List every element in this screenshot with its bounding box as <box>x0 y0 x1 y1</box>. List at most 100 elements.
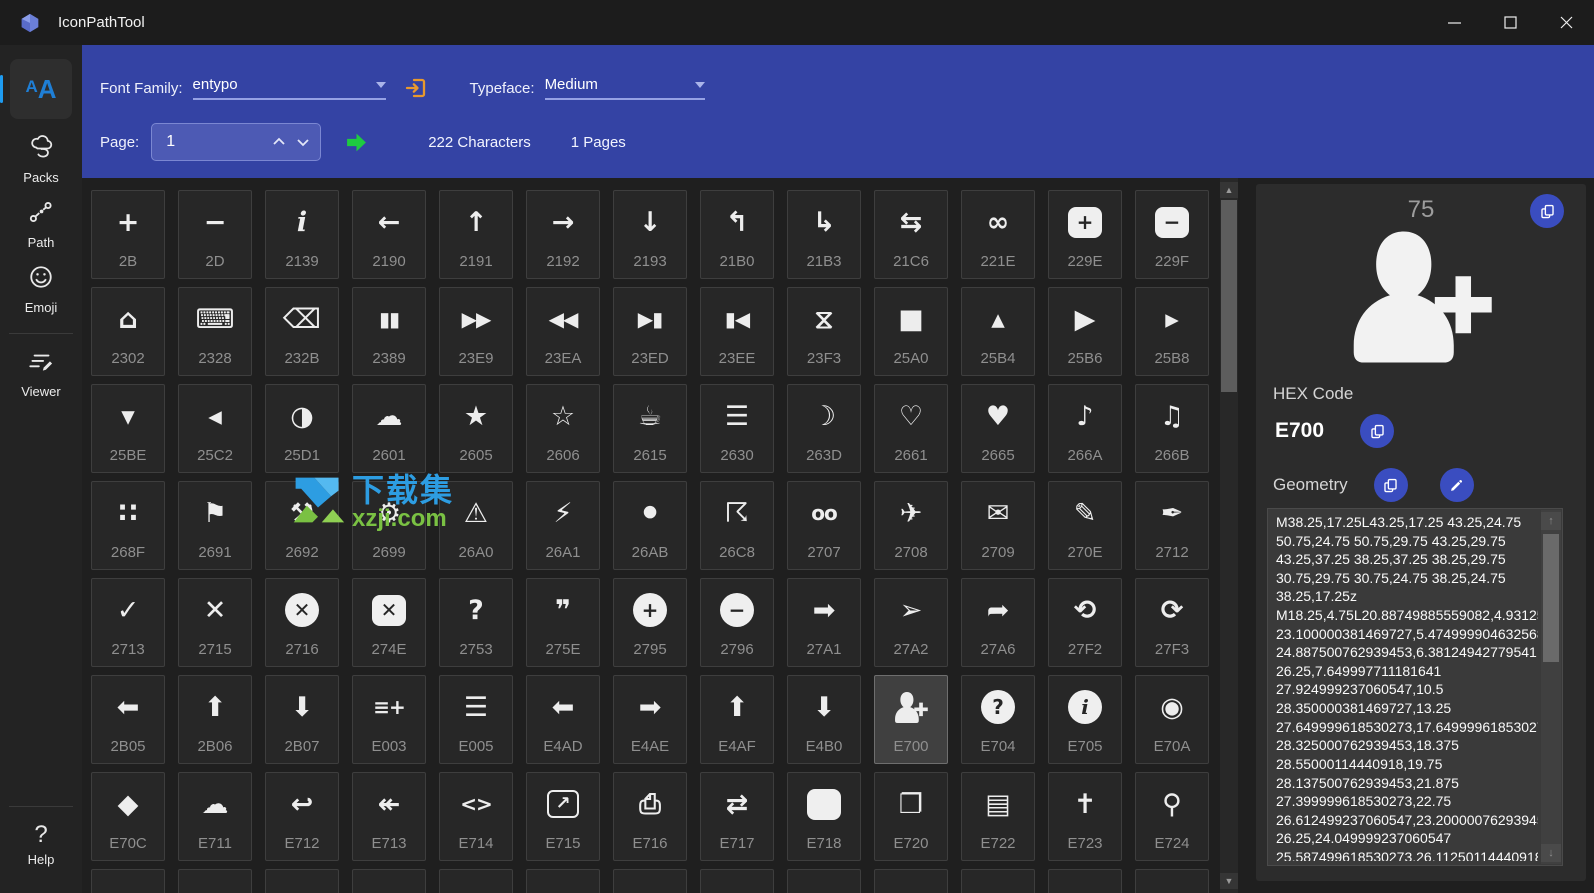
glyph-cell[interactable]: ↩ E712 <box>265 772 339 861</box>
glyph-cell[interactable]: ⬅ E4AD <box>526 675 600 764</box>
scroll-up-button[interactable]: ▲ <box>1220 182 1238 198</box>
glyph-cell[interactable]: E700 <box>874 675 948 764</box>
glyph-cell[interactable]: ◉ E70A <box>1135 675 1209 764</box>
glyph-cell[interactable]: ▮◀ 23EE <box>700 287 774 376</box>
glyph-cell[interactable]: +2795 <box>613 578 687 667</box>
glyph-cell[interactable]: ⚑ 2691 <box>178 481 252 570</box>
glyph-cell[interactable]: − 2796 <box>700 578 774 667</box>
glyph-cell[interactable] <box>787 869 861 893</box>
glyph-cell[interactable] <box>700 869 774 893</box>
maximize-button[interactable] <box>1482 0 1538 45</box>
glyph-cell[interactable]: ⚫ 26AB <box>613 481 687 570</box>
glyph-cell[interactable]: ✕ 2715 <box>178 578 252 667</box>
page-spinner[interactable]: 1 <box>151 123 322 161</box>
sidebar-item-packs[interactable]: Packs <box>8 135 74 185</box>
glyph-cell[interactable]: E718 <box>787 772 861 861</box>
minimize-button[interactable] <box>1426 0 1482 45</box>
copy-glyph-button[interactable] <box>1530 194 1564 228</box>
scrollbar-thumb[interactable] <box>1543 534 1559 662</box>
glyph-cell[interactable]: ⌂ 2302 <box>91 287 165 376</box>
glyph-cell[interactable]: ☽ 263D <box>787 384 861 473</box>
glyph-cell[interactable]: ↗ E715 <box>526 772 600 861</box>
glyph-cell[interactable]: ≡+ E003 <box>352 675 426 764</box>
glyph-cell[interactable]: ■ 25A0 <box>874 287 948 376</box>
copy-hex-button[interactable] <box>1360 414 1395 448</box>
sidebar-item-font[interactable]: AA <box>0 59 72 119</box>
glyph-cell[interactable]: ✒ 2712 <box>1135 481 1209 570</box>
glyph-cell[interactable]: − 2D <box>178 190 252 279</box>
glyph-cell[interactable]: ∷ 268F <box>91 481 165 570</box>
glyph-cell[interactable]: +2B <box>91 190 165 279</box>
glyph-cell[interactable]: ← 2190 <box>352 190 426 279</box>
glyph-cell[interactable]: ⚒ 2692 <box>265 481 339 570</box>
glyph-cell[interactable]: ▮▮ 2389 <box>352 287 426 376</box>
glyph-cell[interactable]: ➡ 27A1 <box>787 578 861 667</box>
glyph-cell[interactable]: ➦ 27A6 <box>961 578 1035 667</box>
glyph-cell[interactable]: ⎙ E716 <box>613 772 687 861</box>
glyph-cell[interactable] <box>1048 869 1122 893</box>
glyph-cell[interactable]: ▸ 25B8 <box>1135 287 1209 376</box>
glyph-cell[interactable] <box>613 869 687 893</box>
glyph-cell[interactable]: ? 2753 <box>439 578 513 667</box>
glyph-cell[interactable]: ⬇ E4B0 <box>787 675 861 764</box>
glyph-cell[interactable]: ⚙ 2699 <box>352 481 426 570</box>
glyph-cell[interactable]: ☁ E711 <box>178 772 252 861</box>
glyph-cell[interactable]: ✉ 2709 <box>961 481 1035 570</box>
glyph-cell[interactable]: ⬆ E4AF <box>700 675 774 764</box>
font-family-dropdown[interactable]: entypo <box>192 76 386 100</box>
page-down-button[interactable] <box>296 137 310 147</box>
glyph-cell[interactable] <box>874 869 948 893</box>
glyph-cell[interactable]: ▶▶ 23E9 <box>439 287 513 376</box>
glyph-cell[interactable]: ⬇ 2B07 <box>265 675 339 764</box>
glyph-cell[interactable]: ⇄ E717 <box>700 772 774 861</box>
glyph-cell[interactable]: ↞ E713 <box>352 772 426 861</box>
glyph-cell[interactable] <box>265 869 339 893</box>
glyph-cell[interactable]: ✕ 274E <box>352 578 426 667</box>
glyph-cell[interactable]: i E705 <box>1048 675 1122 764</box>
glyph-cell[interactable]: ⬅ 2B05 <box>91 675 165 764</box>
scroll-up-button[interactable]: ↑ <box>1541 512 1561 530</box>
glyph-cell[interactable] <box>961 869 1035 893</box>
glyph-cell[interactable]: ▶ 25B6 <box>1048 287 1122 376</box>
glyph-cell[interactable]: ▤ E722 <box>961 772 1035 861</box>
copy-geometry-button[interactable] <box>1373 468 1408 502</box>
glyph-cell[interactable]: i 2139 <box>265 190 339 279</box>
glyph-cell[interactable]: ➡ E4AE <box>613 675 687 764</box>
glyph-cell[interactable]: ⇆ 21C6 <box>874 190 948 279</box>
glyph-cell[interactable]: ▶▮ 23ED <box>613 287 687 376</box>
glyph-cell[interactable]: <> E714 <box>439 772 513 861</box>
glyph-cell[interactable]: ★ 2605 <box>439 384 513 473</box>
sidebar-item-help[interactable]: ? Help <box>8 823 74 868</box>
geometry-scrollbar[interactable]: ↑ ↓ <box>1541 510 1561 864</box>
typeface-dropdown[interactable]: Medium <box>544 76 705 100</box>
glyph-cell[interactable]: +229E <box>1048 190 1122 279</box>
glyph-cell[interactable]: ↳ 21B3 <box>787 190 861 279</box>
glyph-cell[interactable]: ☕ 2615 <box>613 384 687 473</box>
glyph-cell[interactable] <box>352 869 426 893</box>
glyph-cell[interactable]: ⟳ 27F3 <box>1135 578 1209 667</box>
glyph-cell[interactable]: ⚠ 26A0 <box>439 481 513 570</box>
glyph-cell[interactable]: ✕ 2716 <box>265 578 339 667</box>
glyph-cell[interactable]: ♥ 2665 <box>961 384 1035 473</box>
glyph-cell[interactable]: ? E704 <box>961 675 1035 764</box>
scrollbar-thumb[interactable] <box>1221 200 1237 392</box>
glyph-cell[interactable]: ⬆ 2B06 <box>178 675 252 764</box>
glyph-cell[interactable]: ♪ 266A <box>1048 384 1122 473</box>
glyph-cell[interactable]: ∞ 221E <box>961 190 1035 279</box>
glyph-cell[interactable]: ✝ E723 <box>1048 772 1122 861</box>
sidebar-item-path[interactable]: Path <box>8 199 74 250</box>
glyph-cell[interactable]: ☆ 2606 <box>526 384 600 473</box>
glyph-cell[interactable]: ❐ E720 <box>874 772 948 861</box>
glyph-cell[interactable]: ✓ 2713 <box>91 578 165 667</box>
glyph-cell[interactable]: ◆ E70C <box>91 772 165 861</box>
glyph-cell[interactable] <box>91 869 165 893</box>
glyph-cell[interactable] <box>439 869 513 893</box>
scroll-down-button[interactable]: ▼ <box>1220 873 1238 889</box>
glyph-cell[interactable]: ✈ 2708 <box>874 481 948 570</box>
glyph-cell[interactable] <box>526 869 600 893</box>
glyph-cell[interactable]: ↓ 2193 <box>613 190 687 279</box>
glyph-cell[interactable]: ☰ E005 <box>439 675 513 764</box>
scroll-down-button[interactable]: ↓ <box>1541 844 1561 862</box>
glyph-cell[interactable]: ✎ 270E <box>1048 481 1122 570</box>
close-button[interactable] <box>1538 0 1594 45</box>
